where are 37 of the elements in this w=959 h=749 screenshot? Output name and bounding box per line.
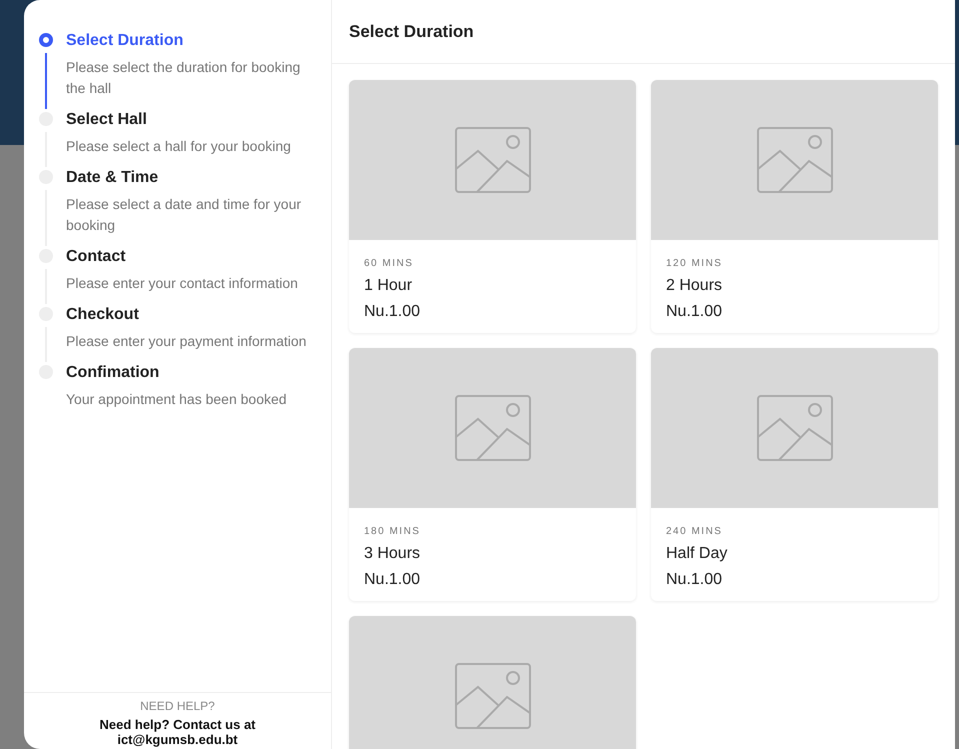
image-placeholder-icon [454, 127, 530, 193]
image-placeholder-icon [454, 663, 530, 729]
step-title[interactable]: Date & Time [66, 167, 321, 189]
duration-card[interactable]: 60 MINS 1 Hour Nu.1.00 [349, 80, 636, 333]
step-description: Please select the duration for booking the hall [66, 58, 302, 98]
duration-label: 120 MINS [666, 258, 724, 269]
step-description: Please select a date and time for your booking [66, 195, 302, 235]
step-title[interactable]: Select Duration [66, 30, 321, 52]
image-placeholder-icon [454, 395, 530, 461]
help-text: Need help? Contact us at ict@kgumsb.edu.bt [98, 717, 257, 747]
duration-label: 180 MINS [364, 526, 422, 537]
duration-card[interactable]: 180 MINS 3 Hours Nu.1.00 [349, 348, 636, 601]
duration-name: 2 Hours [666, 277, 724, 295]
duration-card[interactable]: 240 MINS Half Day Nu.1.00 [651, 348, 938, 601]
duration-name: Half Day [666, 545, 728, 563]
duration-name: 3 Hours [364, 545, 422, 563]
step-description: Please enter your payment information [66, 332, 306, 351]
price: Nu.1.00 [364, 303, 422, 321]
step-description: Please enter your contact information [66, 274, 298, 293]
price: Nu.1.00 [666, 571, 724, 589]
step-title[interactable]: Contact [66, 246, 298, 268]
price: Nu.1.00 [364, 571, 422, 589]
help-heading: NEED HELP? [139, 699, 216, 713]
step-title[interactable]: Confimation [66, 362, 287, 384]
duration-card[interactable]: 120 MINS 2 Hours Nu.1.00 [651, 80, 938, 333]
duration-name: 1 Hour [364, 277, 414, 295]
duration-label: 60 MINS [364, 258, 414, 269]
step-title[interactable]: Select Hall [66, 109, 291, 131]
step-description: Please select a hall for your booking [66, 137, 291, 156]
image-placeholder-icon [756, 395, 832, 461]
duration-card[interactable] [349, 616, 636, 749]
step-title[interactable]: Checkout [66, 304, 306, 326]
page-title: Select Duration [349, 22, 474, 42]
price: Nu.1.00 [666, 303, 724, 321]
duration-label: 240 MINS [666, 526, 724, 537]
image-placeholder-icon [756, 127, 832, 193]
step-description: Your appointment has been booked [66, 390, 287, 409]
